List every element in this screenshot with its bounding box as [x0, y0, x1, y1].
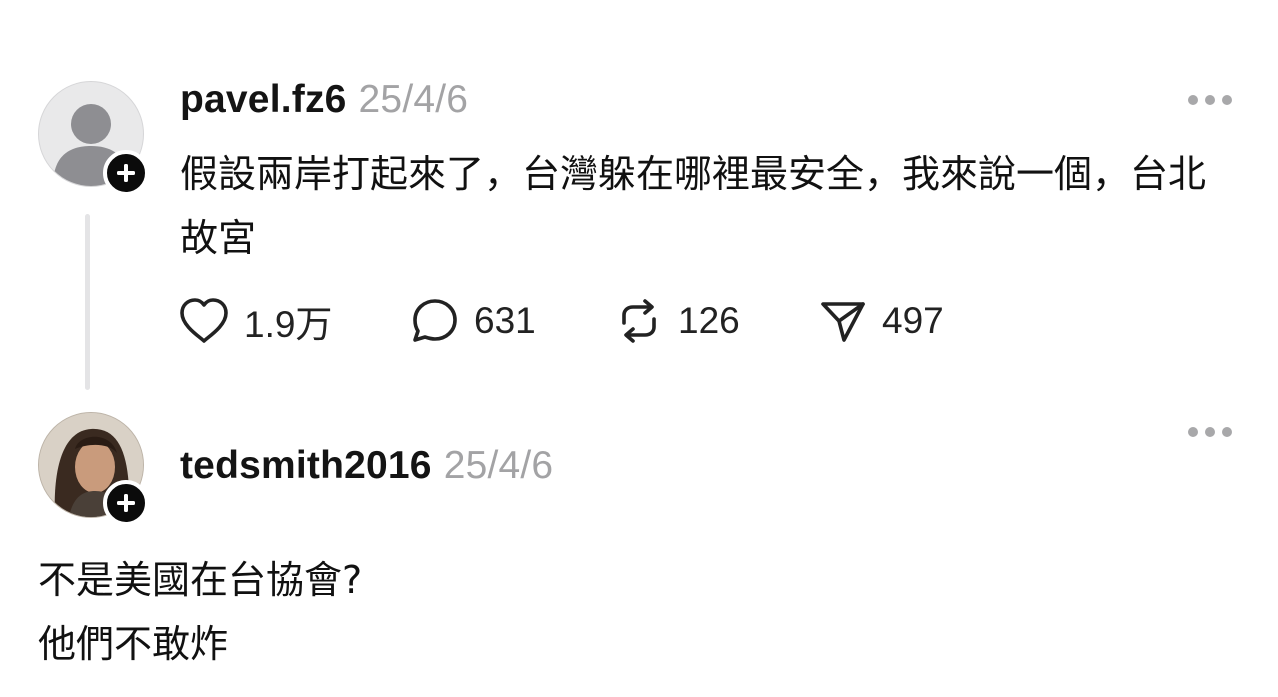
send-icon	[821, 302, 865, 342]
repost-count: 126	[678, 300, 740, 341]
post-action-bar: 1.9万 631 126 497	[178, 296, 998, 346]
follow-plus-button[interactable]	[103, 480, 149, 526]
reply-text-line: 他們不敢炸	[38, 622, 229, 666]
share-button[interactable]: 497	[818, 296, 998, 346]
post-header: pavel.fz6 25/4/6	[180, 78, 468, 122]
follow-plus-button[interactable]	[103, 150, 149, 196]
reply-text-line: 不是美國在台協會?	[38, 558, 363, 602]
reply-username[interactable]: tedsmith2016	[180, 444, 432, 487]
plus-icon	[117, 494, 135, 512]
post-body-text: 假設兩岸打起來了，台灣躲在哪裡最安全，我來說一個，台北故宮	[180, 152, 1207, 260]
heart-icon	[180, 298, 228, 343]
repost-button[interactable]: 126	[614, 296, 818, 346]
reply-header: tedsmith2016 25/4/6	[180, 444, 553, 488]
plus-icon	[117, 164, 135, 182]
thread-connector-line	[85, 214, 90, 390]
comment-button[interactable]: 631	[410, 296, 614, 346]
more-horizontal-icon[interactable]	[1188, 426, 1232, 438]
post-username[interactable]: pavel.fz6	[180, 78, 347, 121]
share-count: 497	[882, 300, 944, 341]
reply-body-text: 不是美國在台協會? 他們不敢炸	[38, 548, 1238, 676]
comment-count: 631	[474, 300, 536, 341]
avatar[interactable]	[38, 412, 149, 526]
post-timestamp: 25/4/6	[358, 78, 469, 121]
repost-icon	[622, 299, 656, 343]
like-button[interactable]: 1.9万	[178, 296, 410, 346]
reply-timestamp: 25/4/6	[443, 444, 554, 487]
like-count: 1.9万	[244, 304, 333, 345]
avatar[interactable]	[38, 81, 149, 196]
more-horizontal-icon[interactable]	[1188, 94, 1232, 106]
comment-bubble-icon	[413, 299, 457, 342]
